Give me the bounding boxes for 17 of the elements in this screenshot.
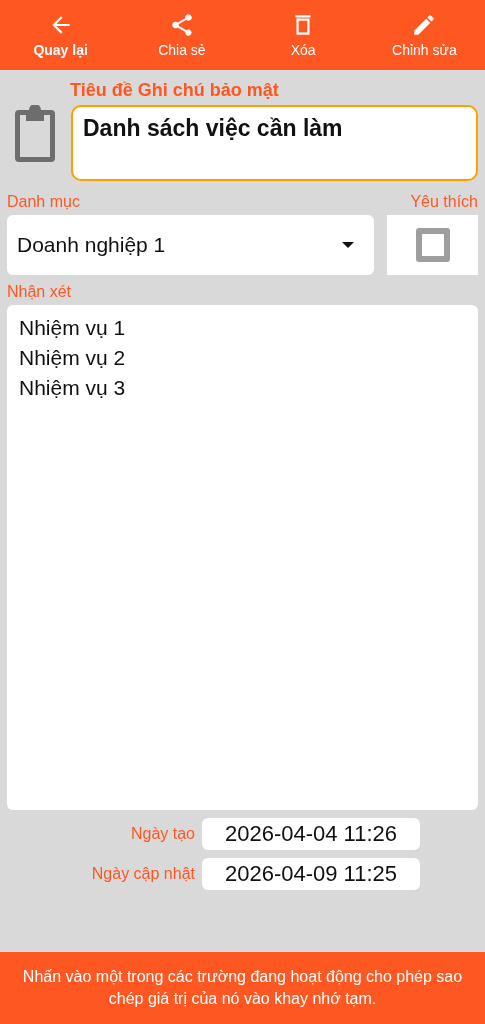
date-field[interactable]: 2026-04-09 11:25	[202, 858, 420, 890]
notes-field[interactable]: Nhiệm vụ 1 Nhiệm vụ 2 Nhiệm vụ 3	[7, 305, 478, 810]
title-field[interactable]: Danh sách việc cần làm	[71, 105, 478, 181]
date-field[interactable]: 2026-04-04 11:26	[202, 818, 420, 850]
date-label: Ngày cập nhật	[91, 865, 195, 883]
note-line: Nhiệm vụ 1	[19, 315, 127, 341]
field-label: Danh mục	[7, 193, 81, 211]
field-label: Yêu thích	[410, 193, 478, 211]
footer-hint: Nhấn vào một trong các trường đang hoạt động cho phép sao chép giá trị của nó vào khay nhớ tạm.	[0, 952, 485, 1024]
category-dropdown[interactable]: Doanh nghiệp 1	[7, 215, 374, 275]
field-label: Tiêu đề Ghi chú bảo mật	[70, 80, 280, 101]
note-line: Nhiệm vụ 3	[19, 375, 127, 401]
dropdown-caret-icon	[342, 242, 354, 248]
favorite-checkbox[interactable]	[415, 228, 450, 262]
field-label: Nhận xét	[7, 283, 73, 301]
date-label: Ngày tạo	[130, 825, 195, 843]
note-line: Nhiệm vụ 2	[19, 345, 127, 371]
